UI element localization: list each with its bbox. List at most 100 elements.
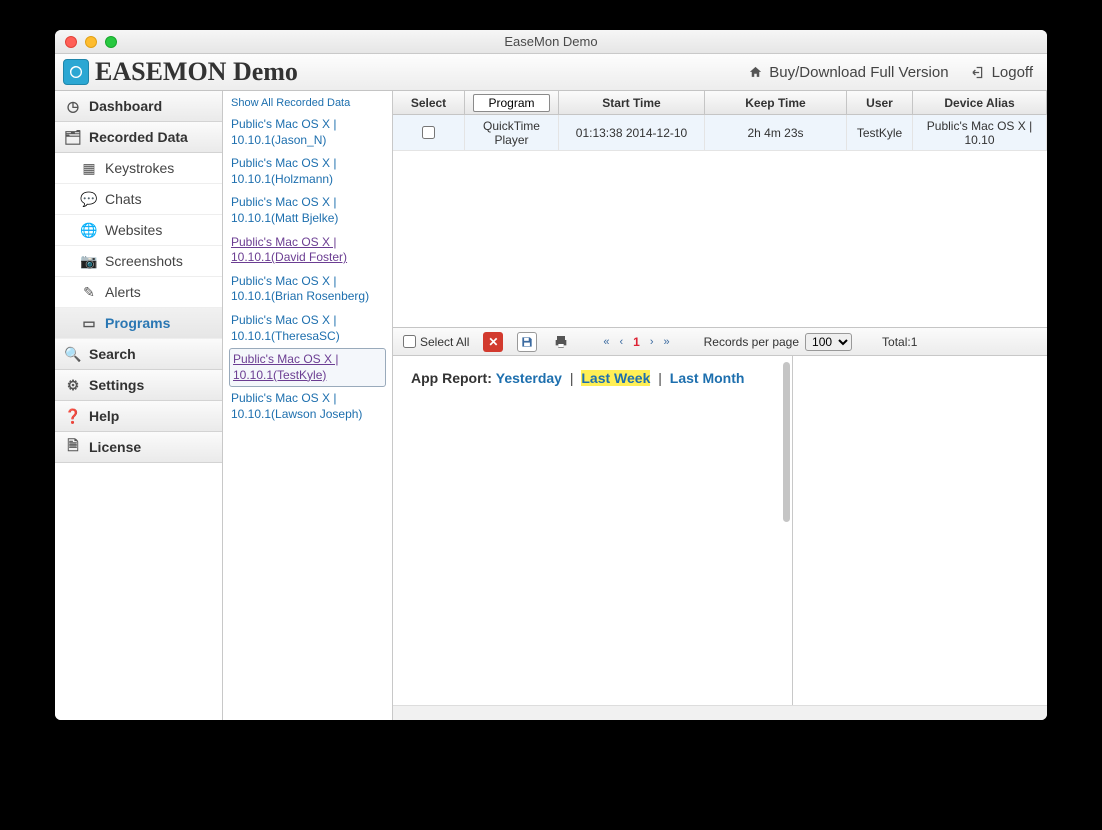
- gauge-icon: ◷: [65, 98, 81, 114]
- sidebar-item-settings[interactable]: ⚙ Settings: [55, 370, 222, 401]
- sidebar-item-label: Dashboard: [89, 98, 162, 114]
- device-item[interactable]: Public's Mac OS X | 10.10.1(Holzmann): [229, 152, 386, 191]
- sidebar-item-label: Websites: [105, 222, 162, 238]
- license-icon: 🗎: [65, 439, 81, 455]
- cell-device: Public's Mac OS X | 10.10: [913, 115, 1047, 150]
- col-select[interactable]: Select: [393, 91, 465, 114]
- device-item[interactable]: Public's Mac OS X | 10.10.1(Jason_N): [229, 113, 386, 152]
- col-keep-time[interactable]: Keep Time: [705, 91, 847, 114]
- grid-footer: Select All ✕ « ‹ 1 › »: [393, 327, 1047, 355]
- titlebar: EaseMon Demo: [55, 30, 1047, 54]
- page-next-button[interactable]: ›: [650, 336, 654, 348]
- col-user[interactable]: User: [847, 91, 913, 114]
- sidebar-item-label: Screenshots: [105, 253, 183, 269]
- logoff-label: Logoff: [992, 64, 1033, 81]
- sidebar-item-label: Programs: [105, 315, 170, 331]
- page-first-button[interactable]: «: [603, 336, 609, 348]
- home-icon: [748, 65, 763, 80]
- select-all-checkbox[interactable]: [403, 335, 416, 348]
- logoff-link[interactable]: Logoff: [971, 64, 1033, 81]
- device-item[interactable]: Public's Mac OS X | 10.10.1(Matt Bjelke): [229, 191, 386, 230]
- window-title: EaseMon Demo: [55, 34, 1047, 49]
- sidebar-item-label: Keystrokes: [105, 160, 174, 176]
- select-all-control[interactable]: Select All: [403, 335, 469, 349]
- sidebar-item-search[interactable]: 🔍 Search: [55, 339, 222, 370]
- logoff-icon: [971, 65, 986, 80]
- records-per-page: Records per page 100: [704, 333, 852, 351]
- report-left-pane: App Report: Yesterday | Last Week | Last…: [393, 356, 793, 705]
- grid-header: Select Program Start Time Keep Time User…: [393, 91, 1047, 115]
- rpp-label: Records per page: [704, 335, 799, 349]
- device-list-top-link[interactable]: Show All Recorded Data: [229, 95, 386, 113]
- chat-icon: 💬: [81, 191, 97, 207]
- grid-body[interactable]: QuickTime Player 01:13:38 2014-12-10 2h …: [393, 115, 1047, 327]
- device-item[interactable]: Public's Mac OS X | 10.10.1(David Foster…: [229, 231, 386, 270]
- report-link-last-week[interactable]: Last Week: [581, 370, 650, 386]
- report-link-yesterday[interactable]: Yesterday: [496, 370, 562, 386]
- cell-keep: 2h 4m 23s: [705, 115, 847, 150]
- report-label: App Report:: [411, 370, 492, 386]
- sidebar-item-chats[interactable]: 💬 Chats: [55, 184, 222, 215]
- sidebar-item-label: Help: [89, 408, 119, 424]
- sidebar-item-label: Recorded Data: [89, 129, 188, 145]
- print-button[interactable]: [551, 332, 571, 352]
- page-last-button[interactable]: »: [664, 336, 670, 348]
- rpp-select[interactable]: 100: [805, 333, 852, 351]
- folder-icon: 🗂: [65, 129, 81, 145]
- col-start-time[interactable]: Start Time: [559, 91, 705, 114]
- sidebar-item-label: Search: [89, 346, 136, 362]
- app-window: EaseMon Demo EASEMON Demo Buy/Download F…: [55, 30, 1047, 720]
- device-item[interactable]: Public's Mac OS X | 10.10.1(Brian Rosenb…: [229, 270, 386, 309]
- sidebar-item-label: Chats: [105, 191, 142, 207]
- pen-icon: ✎: [81, 284, 97, 300]
- sidebar-item-label: Alerts: [105, 284, 141, 300]
- help-icon: ❓: [65, 408, 81, 424]
- select-all-label: Select All: [420, 335, 469, 349]
- sidebar-item-websites[interactable]: 🌐 Websites: [55, 215, 222, 246]
- page-prev-button[interactable]: ‹: [619, 336, 623, 348]
- globe-icon: 🌐: [81, 222, 97, 238]
- cell-user: TestKyle: [847, 115, 913, 150]
- device-item-selected[interactable]: Public's Mac OS X | 10.10.1(TestKyle): [229, 348, 386, 387]
- buy-download-link[interactable]: Buy/Download Full Version: [748, 64, 948, 81]
- program-filter-button[interactable]: Program: [473, 94, 549, 112]
- report-link-last-month[interactable]: Last Month: [670, 370, 745, 386]
- col-device-alias[interactable]: Device Alias: [913, 91, 1047, 114]
- horizontal-scrollbar[interactable]: [393, 705, 1047, 720]
- sidebar-item-alerts[interactable]: ✎ Alerts: [55, 277, 222, 308]
- total-count: Total:1: [882, 335, 917, 349]
- sidebar-item-label: Settings: [89, 377, 144, 393]
- device-list-panel[interactable]: Show All Recorded Data Public's Mac OS X…: [223, 91, 393, 720]
- save-button[interactable]: [517, 332, 537, 352]
- sidebar-item-keystrokes[interactable]: ▦ Keystrokes: [55, 153, 222, 184]
- sidebar: ◷ Dashboard 🗂 Recorded Data ▦ Keystrokes…: [55, 91, 223, 720]
- report-right-pane: [793, 356, 1047, 705]
- records-grid: Select Program Start Time Keep Time User…: [393, 91, 1047, 356]
- cell-program: QuickTime Player: [465, 115, 559, 150]
- sidebar-item-recorded-data[interactable]: 🗂 Recorded Data: [55, 122, 222, 153]
- header-toolbar: EASEMON Demo Buy/Download Full Version L…: [55, 54, 1047, 91]
- delete-button[interactable]: ✕: [483, 332, 503, 352]
- sidebar-item-help[interactable]: ❓ Help: [55, 401, 222, 432]
- report-area: App Report: Yesterday | Last Week | Last…: [393, 356, 1047, 705]
- gear-icon: ⚙: [65, 377, 81, 393]
- app-title: EASEMON Demo: [95, 57, 298, 87]
- device-item[interactable]: Public's Mac OS X | 10.10.1(TheresaSC): [229, 309, 386, 348]
- row-select-checkbox[interactable]: [422, 126, 435, 139]
- cell-start: 01:13:38 2014-12-10: [559, 115, 705, 150]
- search-icon: 🔍: [65, 346, 81, 362]
- sidebar-item-screenshots[interactable]: 📷 Screenshots: [55, 246, 222, 277]
- content-area: Select Program Start Time Keep Time User…: [393, 91, 1047, 720]
- sidebar-item-label: License: [89, 439, 141, 455]
- camera-icon: 📷: [81, 253, 97, 269]
- pager: « ‹ 1 › »: [603, 335, 669, 349]
- report-scrollbar[interactable]: [783, 362, 790, 522]
- table-row[interactable]: QuickTime Player 01:13:38 2014-12-10 2h …: [393, 115, 1047, 151]
- grid-icon: ▦: [81, 160, 97, 176]
- device-item[interactable]: Public's Mac OS X | 10.10.1(Lawson Josep…: [229, 387, 386, 426]
- sidebar-item-programs[interactable]: ▭ Programs: [55, 308, 222, 339]
- buy-download-label: Buy/Download Full Version: [769, 64, 948, 81]
- sidebar-item-dashboard[interactable]: ◷ Dashboard: [55, 91, 222, 122]
- sidebar-item-license[interactable]: 🗎 License: [55, 432, 222, 463]
- col-program[interactable]: Program: [465, 91, 559, 114]
